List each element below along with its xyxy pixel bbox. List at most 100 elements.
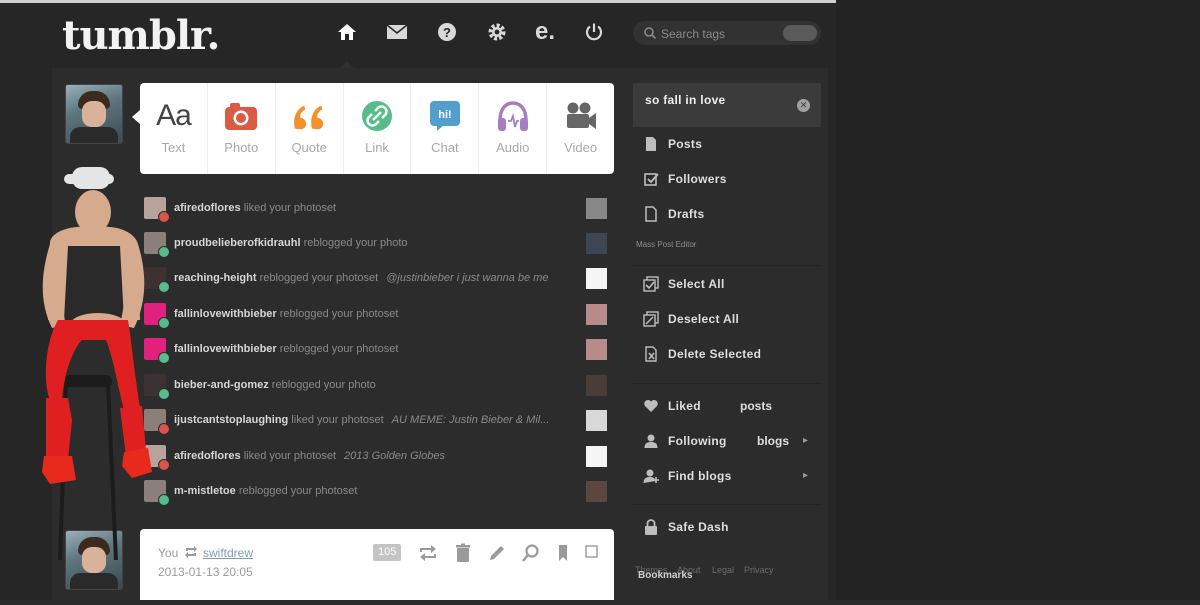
gear-icon[interactable] [485,20,509,44]
blog-name: so fall in love [645,93,726,107]
post-type-chat[interactable]: hi! Chat [411,83,480,174]
checkbox-icon[interactable] [582,543,602,563]
drafts-icon [645,206,657,222]
post-type-quote[interactable]: Quote [276,83,344,174]
activity-user[interactable]: proudbelieberofkidrauhl [174,237,301,249]
e-icon[interactable]: e. [533,18,557,45]
footer-link-privacy[interactable]: Privacy [744,565,774,575]
activity-user[interactable]: afiredoflores [174,202,241,214]
sidebar-item-safe-dash[interactable]: Safe Dash [633,510,821,544]
avatar[interactable] [65,84,123,144]
bookmark-icon[interactable] [553,543,573,563]
footer-link-legal[interactable]: Legal [712,565,734,575]
list-item[interactable]: m-mistletoe reblogged your photoset [140,475,614,510]
sidebar-item-delete-selected[interactable]: Delete Selected [633,337,821,371]
document-icon [646,137,656,151]
search-box[interactable] [633,21,821,45]
sidebar-item-select-all[interactable]: Select All [633,267,821,301]
bookmarks-heading: Bookmarks [638,570,693,581]
reblog-icon [158,281,170,293]
activity-user[interactable]: m-mistletoe [174,485,236,497]
blog-selector[interactable]: so fall in love ✕ [633,83,821,127]
close-icon[interactable]: ✕ [797,99,810,112]
deselect-all-icon [643,311,659,327]
reblog-icon[interactable] [418,543,438,563]
divider [633,504,821,505]
post-thumbnail[interactable] [586,268,607,289]
post-form-pointer [132,110,140,124]
reblog-icon [158,246,170,258]
list-item[interactable]: proudbelieberofkidrauhl reblogged your p… [140,227,614,262]
heart-icon [158,459,170,471]
search-toggle[interactable] [783,25,817,41]
activity-user[interactable]: afiredoflores [174,450,241,462]
add-user-icon [643,469,659,483]
sidebar-item-drafts[interactable]: Drafts [633,197,821,231]
lock-icon [645,519,657,535]
quote-icon [291,99,327,133]
chevron-right-icon: ▸ [803,435,809,446]
sidebar-item-followers[interactable]: Followers [633,162,821,196]
list-item[interactable]: afiredoflores liked your photoset 2013 Go… [140,440,614,475]
chevron-right-icon: ▸ [803,470,809,481]
activity-feed: afiredoflores liked your photoset proudb… [140,192,614,512]
chat-icon: hi! [427,99,463,133]
select-all-icon [643,276,659,292]
sidebar-item-posts[interactable]: Posts [633,127,821,161]
divider [633,265,821,266]
sidebar-item-deselect-all[interactable]: Deselect All [633,302,821,336]
headphones-icon [495,99,531,133]
list-item[interactable]: reaching-height reblogged your photoset @… [140,262,614,297]
search-input[interactable] [659,23,783,45]
post-thumbnail[interactable] [586,233,607,254]
sidebar: so fall in love ✕ Posts Followers Drafts… [633,83,821,600]
post-card: You swiftdrew 2013-01-13 20:05 105 [140,529,614,600]
list-item[interactable]: afiredoflores liked your photoset [140,192,614,227]
reblog-icon [158,317,170,329]
post-type-photo[interactable]: Photo [208,83,276,174]
activity-user[interactable]: fallinlovewithbieber [174,308,277,320]
sidebar-item-liked[interactable]: Liked posts [633,389,821,423]
list-item[interactable]: fallinlovewithbieber reblogged your phot… [140,298,614,333]
list-item[interactable]: ijustcantstoplaughing liked your photose… [140,404,614,439]
list-item[interactable]: fallinlovewithbieber reblogged your phot… [140,333,614,368]
power-icon[interactable] [582,20,606,44]
trash-icon[interactable] [453,543,473,563]
reblogged-from-link[interactable]: swiftdrew [203,546,253,560]
user-icon [644,434,658,448]
sidebar-item-following[interactable]: Following blogs ▸ [633,424,821,458]
notes-count[interactable]: 105 [373,544,402,561]
heart-icon [158,423,170,435]
post-thumbnail[interactable] [586,410,607,431]
camera-icon [223,99,259,133]
post-thumbnail[interactable] [586,339,607,360]
mail-icon[interactable] [385,20,409,44]
search-icon[interactable] [521,543,541,563]
followers-icon [644,173,659,186]
home-icon[interactable] [335,20,359,44]
post-thumbnail[interactable] [586,481,607,502]
heart-icon [158,211,170,223]
search-icon [644,27,657,40]
tumblr-logo[interactable]: tumblr. [62,12,220,59]
activity-user[interactable]: reaching-height [174,272,257,284]
post-type-link[interactable]: Link [344,83,412,174]
activity-user[interactable]: bieber-and-gomez [174,379,269,391]
link-icon [359,99,395,133]
edit-icon[interactable] [487,543,507,563]
post-type-video[interactable]: Video [547,83,614,174]
activity-user[interactable]: ijustcantstoplaughing [174,414,288,426]
post-type-audio[interactable]: Audio [479,83,548,174]
sidebar-item-find-blogs[interactable]: Find blogs ▸ [633,459,821,493]
post-thumbnail[interactable] [586,304,607,325]
active-nav-caret [340,61,354,68]
blog-header-photo [28,160,156,600]
reblog-icon [158,388,170,400]
video-camera-icon [563,99,599,133]
help-icon[interactable]: ? [435,20,459,44]
post-thumbnail[interactable] [586,375,607,396]
activity-user[interactable]: fallinlovewithbieber [174,343,277,355]
list-item[interactable]: bieber-and-gomez reblogged your photo [140,369,614,404]
post-thumbnail[interactable] [586,446,607,467]
post-thumbnail[interactable] [586,198,607,219]
